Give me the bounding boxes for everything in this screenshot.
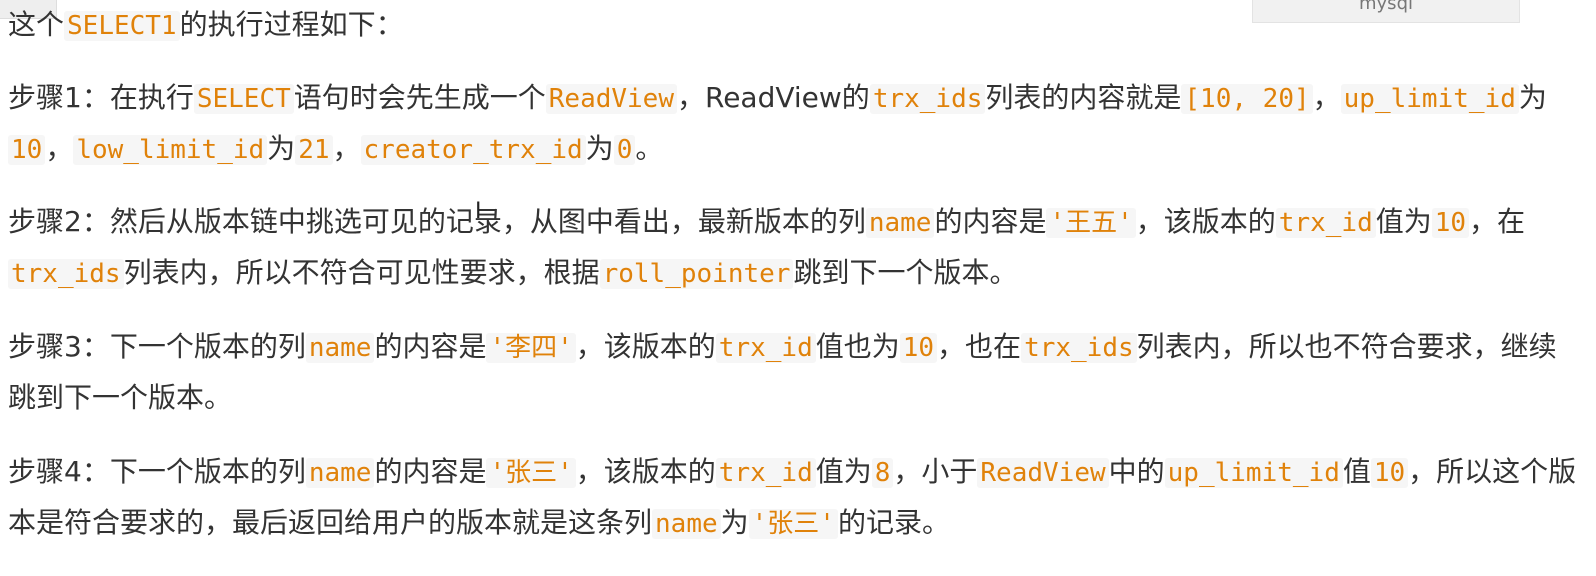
paragraph-text: 的记录。: [837, 506, 950, 539]
paragraph-text: 步骤2：然后从版本链中挑选可见的记录，从图中看出，最新版本的列: [8, 205, 866, 238]
inline-code: 10: [8, 135, 46, 165]
paragraph-text: ，也在: [937, 330, 1022, 363]
inline-code: ReadView: [545, 84, 677, 114]
paragraph-text: 的内容是: [374, 455, 487, 488]
paragraph-text: 为: [267, 132, 296, 165]
paragraph-text: ，该版本的: [1135, 205, 1276, 238]
inline-code: '王五': [1046, 208, 1136, 238]
paragraph-text: 的内容是: [374, 330, 487, 363]
inline-code: [10, 20]: [1181, 84, 1313, 114]
inline-code: creator_trx_id: [360, 135, 586, 165]
inline-code: up_limit_id: [1340, 84, 1519, 114]
paragraph-text: 步骤4：下一个版本的列: [8, 455, 306, 488]
inline-code: 0: [613, 135, 636, 165]
paragraph-text: 这个: [8, 8, 65, 41]
paragraph-step-3: 步骤3：下一个版本的列 name 的内容是 '李四' ，该版本的 trx_id 值也为 10，…: [8, 322, 1578, 423]
paragraph-text: ，ReadView的: [677, 81, 870, 114]
inline-code: trx_id: [715, 333, 816, 363]
paragraph-text: 值为: [1375, 205, 1432, 238]
paragraph-text: ，: [45, 132, 74, 165]
inline-code: trx_ids: [8, 259, 124, 289]
paragraph-text: 列表内，所以不符合可见性要求，根据: [123, 256, 600, 289]
paragraph-step-2: 步骤2：然后从版本链中挑选可见的记录，从图中看出，最新版本的列 name 的内容是 '…: [8, 197, 1578, 299]
inline-code: trx_ids: [869, 84, 986, 114]
inline-code: 10: [1370, 458, 1409, 488]
paragraph-intro: 这个 SELECT1 的执行过程如下：: [8, 0, 404, 51]
paragraph-text: ，小于: [893, 455, 978, 488]
paragraph-step-1: 步骤1：在执行 SELECT 语句时会先生成一个 ReadView ，ReadView的…: [8, 73, 1578, 175]
paragraph-step-4: 步骤4：下一个版本的列 name 的内容是 '张三' ，该版本的 trx_id 值为 8 ，小于…: [8, 447, 1578, 549]
paragraph-text: ，该版本的: [575, 455, 716, 488]
inline-code: name: [305, 333, 375, 363]
inline-code: 8: [871, 458, 894, 488]
inline-code: '张三': [486, 458, 576, 488]
paragraph-text: 。: [635, 132, 664, 165]
paragraph-text: 语句时会先生成一个: [293, 81, 546, 114]
paragraph-text: 步骤3：下一个版本的列: [8, 330, 306, 363]
inline-code: SELECT: [193, 84, 294, 114]
inline-code: trx_ids: [1021, 333, 1137, 363]
inline-code: '李四': [486, 333, 576, 363]
inline-code: name: [305, 458, 375, 488]
paragraph-text: 的内容是: [934, 205, 1047, 238]
paragraph-text: 的执行过程如下：: [179, 8, 404, 41]
paragraph-text: 值: [1342, 455, 1371, 488]
inline-code: trx_id: [1275, 208, 1376, 238]
inline-code: 21: [295, 135, 333, 165]
paragraph-text: 为: [720, 506, 749, 539]
paragraph-text: 步骤1：在执行: [8, 81, 194, 114]
inline-code: trx_id: [715, 458, 816, 488]
paragraph-text: 为: [585, 132, 614, 165]
text-cursor-icon: I: [475, 199, 482, 224]
inline-code: low_limit_id: [73, 135, 268, 165]
paragraph-text: 列表的内容就是: [985, 81, 1182, 114]
paragraph-text: 跳到下一个版本。: [793, 256, 1018, 289]
inline-code: SELECT1: [64, 11, 180, 41]
inline-code: name: [652, 509, 721, 539]
paragraph-text: ，: [1312, 81, 1341, 114]
inline-code: ReadView: [977, 458, 1109, 488]
code-language-tab[interactable]: mysql: [1252, 0, 1520, 23]
paragraph-text: 为: [1518, 81, 1547, 114]
inline-code: roll_pointer: [599, 259, 794, 289]
paragraph-text: ，: [332, 132, 361, 165]
paragraph-text: 值为: [815, 455, 872, 488]
paragraph-text: 中的: [1108, 455, 1165, 488]
inline-code: '张三': [748, 509, 838, 539]
inline-code: 10: [899, 333, 938, 363]
paragraph-text: ，该版本的: [575, 330, 716, 363]
inline-code: name: [865, 208, 935, 238]
inline-code: 10: [1431, 208, 1470, 238]
paragraph-text: 值也为: [815, 330, 900, 363]
paragraph-text: ，在: [1469, 205, 1526, 238]
inline-code: up_limit_id: [1164, 458, 1343, 488]
